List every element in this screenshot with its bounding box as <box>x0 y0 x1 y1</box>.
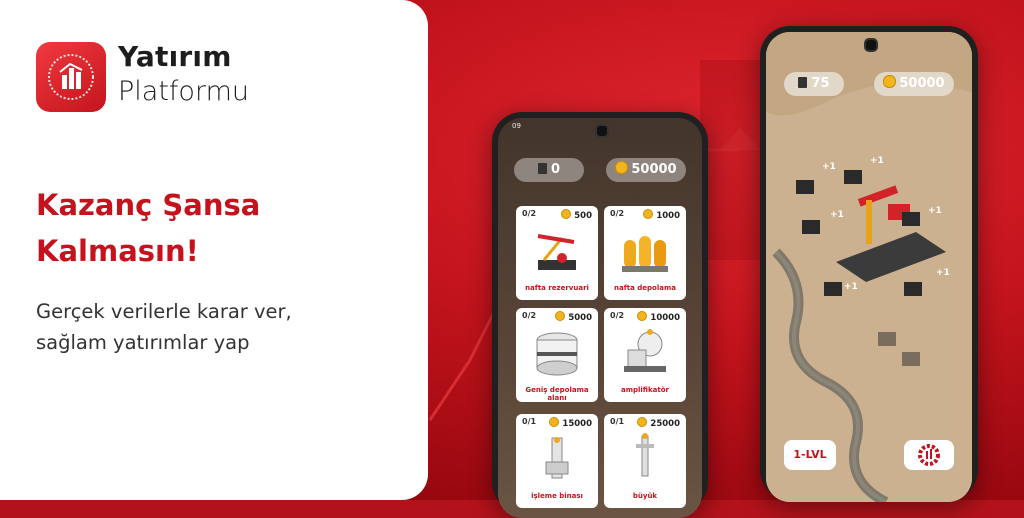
status-time: 09 <box>512 122 521 130</box>
coins-pill[interactable]: 50000 <box>606 158 686 182</box>
brand-subname: Platformu <box>118 76 249 107</box>
promo-panel: Yatırım Platformu Kazanç Şansa Kalmasın!… <box>0 0 428 500</box>
shop-screen: 09 0 50000 0/2 500 nafta rezervuari 0/2 … <box>498 118 702 518</box>
coin-icon <box>561 209 572 219</box>
level-button[interactable]: 1-LVL <box>784 440 836 470</box>
shop-card[interactable]: 0/2 1000 nafta depolama <box>604 206 686 300</box>
coin-icon <box>555 311 566 321</box>
card-count: 0/2 <box>522 311 537 320</box>
coin-icon <box>643 209 654 219</box>
coins-pill[interactable]: 50000 <box>874 72 954 96</box>
card-price-value: 10000 <box>650 313 680 323</box>
subtitle: Gerçek verilerle karar ver, sağlam yatır… <box>36 296 292 358</box>
card-price-value: 25000 <box>650 419 680 429</box>
card-name: büyük <box>632 492 658 500</box>
headline-line-2: Kalmasın! <box>36 234 199 268</box>
card-price: 10000 <box>637 311 680 323</box>
card-name: amplifikatör <box>620 386 669 394</box>
card-price-value: 1000 <box>656 211 680 221</box>
counter-value: 0 <box>550 162 561 177</box>
coins-value: 50000 <box>899 76 945 91</box>
card-price: 15000 <box>549 417 592 429</box>
card-price: 1000 <box>643 209 680 221</box>
coin-icon <box>637 311 648 321</box>
plus-one-label: +1 <box>936 268 950 278</box>
card-count: 0/2 <box>610 209 625 218</box>
card-price: 25000 <box>637 417 680 429</box>
card-price: 5000 <box>555 311 592 323</box>
card-price-value: 5000 <box>568 313 592 323</box>
shop-card[interactable]: 0/2 500 nafta rezervuari <box>516 206 598 300</box>
shop-card[interactable]: 0/2 10000 amplifikatör <box>604 308 686 402</box>
phone-map-screen: +1 +1 +1 +1 +1 +1 75 50000 1-LVL <box>760 26 978 502</box>
coins-value: 50000 <box>631 162 677 177</box>
tower-icon <box>636 433 654 477</box>
card-count: 0/1 <box>522 417 537 426</box>
phone-shop-screen: 09 0 50000 0/2 500 nafta rezervuari 0/2 … <box>492 112 708 518</box>
card-name: nafta rezervuari <box>525 284 589 292</box>
card-price-value: 15000 <box>562 419 592 429</box>
plus-one-label: +1 <box>844 282 858 292</box>
gear-icon <box>918 444 940 466</box>
card-name: Geniş depolama alanı <box>525 386 589 402</box>
plus-one-label: +1 <box>928 206 942 216</box>
amplifier-icon <box>624 329 666 372</box>
card-price: 500 <box>561 209 592 221</box>
counter-value: 75 <box>811 76 830 91</box>
factory-button[interactable] <box>904 440 954 470</box>
card-count: 0/1 <box>610 417 625 426</box>
map-screen: +1 +1 +1 +1 +1 +1 75 50000 1-LVL <box>766 32 972 502</box>
brand-name: Yatırım <box>118 40 232 73</box>
plus-one-label: +1 <box>830 210 844 220</box>
shop-card[interactable]: 0/1 25000 büyük <box>604 414 686 508</box>
processing-building-icon <box>545 437 569 479</box>
coin-icon <box>883 75 897 88</box>
subtitle-line-2: sağlam yatırımlar yap <box>36 331 250 354</box>
plus-one-label: +1 <box>870 156 884 166</box>
card-price-value: 500 <box>574 211 592 221</box>
camera-icon <box>864 38 878 52</box>
tanks-icon <box>622 236 668 272</box>
headline: Kazanç Şansa Kalmasın! <box>36 182 260 274</box>
camera-icon <box>595 124 609 138</box>
headline-line-1: Kazanç Şansa <box>36 188 261 222</box>
shop-card[interactable]: 0/1 15000 işleme binası <box>516 414 598 508</box>
coin-icon <box>615 161 629 174</box>
app-logo-icon <box>36 42 106 112</box>
plus-one-label: +1 <box>822 162 836 172</box>
shop-card[interactable]: 0/2 5000 Geniş depolama alanı <box>516 308 598 402</box>
card-count: 0/2 <box>522 209 537 218</box>
document-icon <box>798 77 808 88</box>
coin-icon <box>637 417 648 427</box>
coin-icon <box>549 417 560 427</box>
card-count: 0/2 <box>610 311 625 320</box>
subtitle-line-1: Gerçek verilerle karar ver, <box>36 300 292 323</box>
counter-pill[interactable]: 75 <box>784 72 844 96</box>
card-name: nafta depolama <box>614 284 676 292</box>
pump-jack-icon <box>537 234 576 270</box>
storage-tank-icon <box>536 332 578 376</box>
document-icon <box>537 163 547 174</box>
game-map <box>766 32 972 502</box>
counter-pill[interactable]: 0 <box>514 158 584 182</box>
card-name: işleme binası <box>531 492 583 500</box>
